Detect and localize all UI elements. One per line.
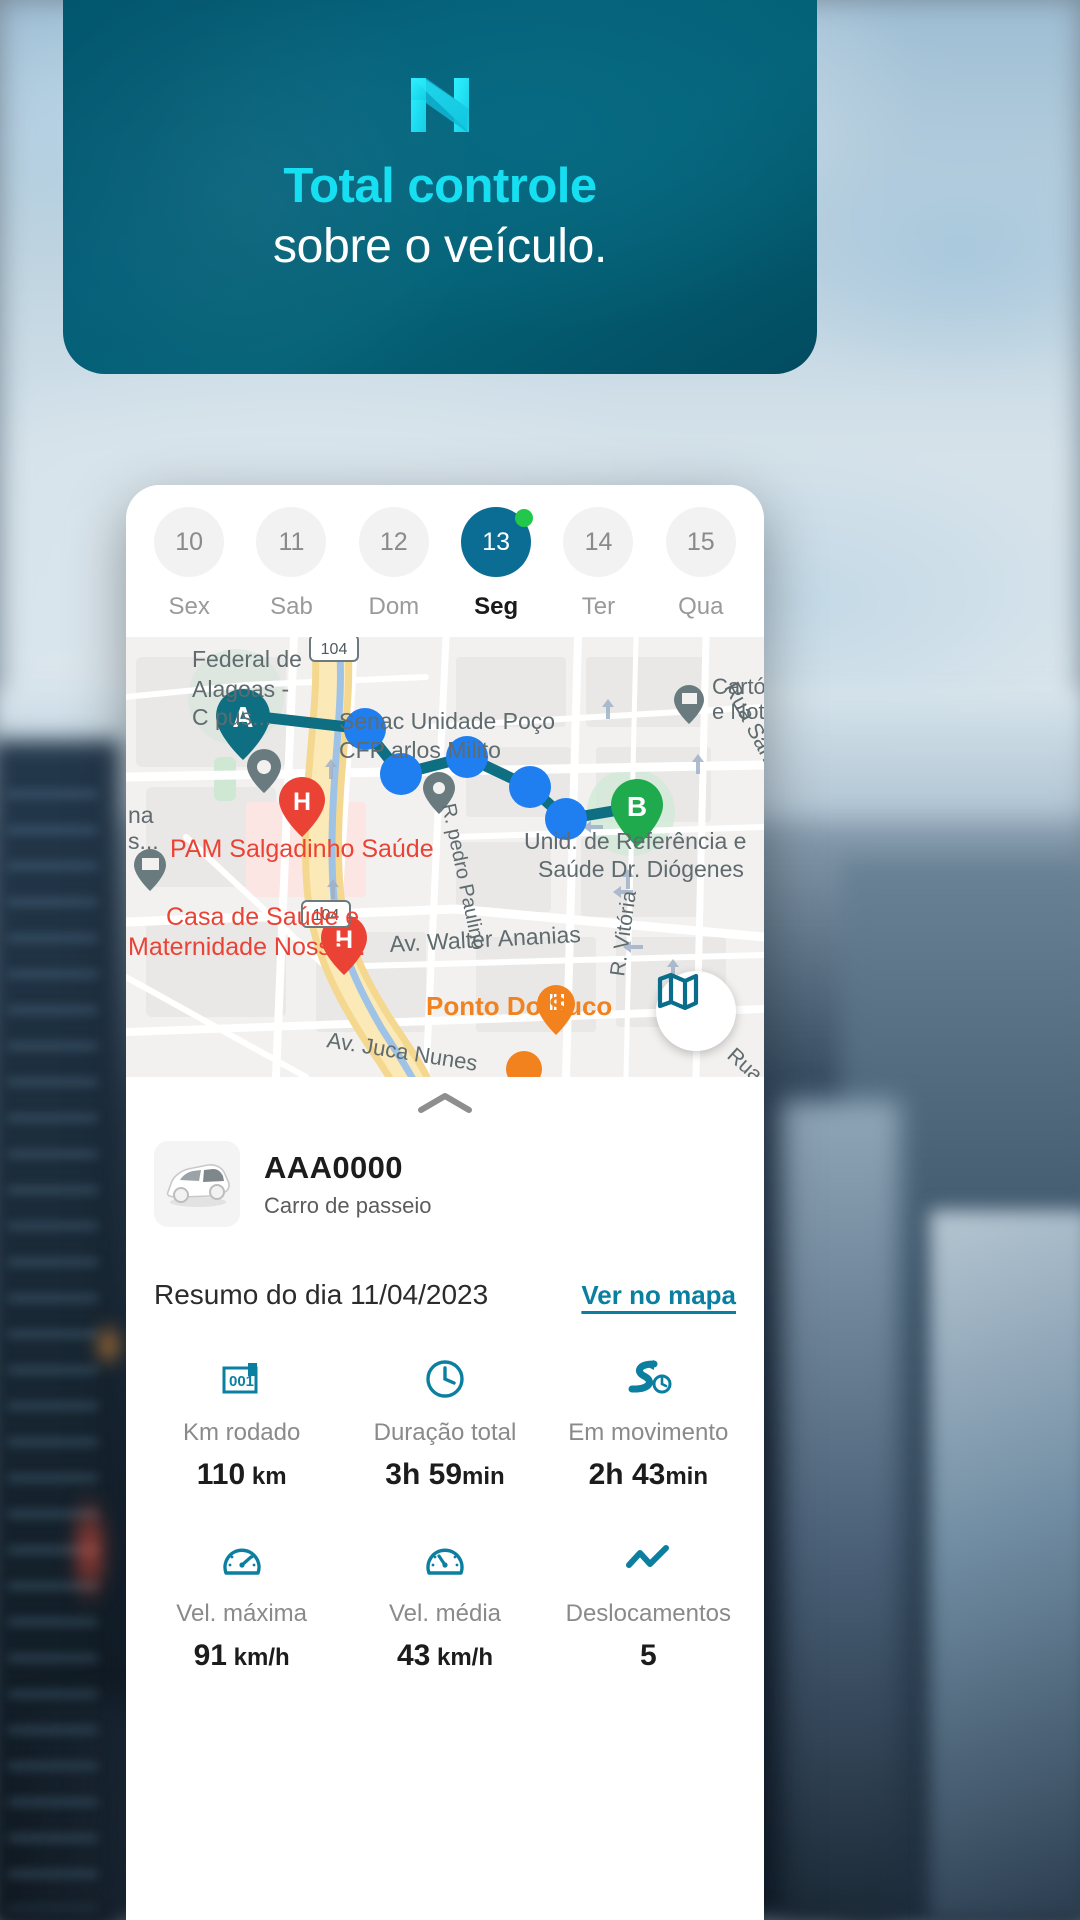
- date-pill-weekday: Qua: [678, 593, 724, 620]
- svg-text:Senac Unidade Poço: Senac Unidade Poço: [339, 708, 555, 734]
- stat-value: 110 km: [196, 1458, 287, 1491]
- route-time-icon: [624, 1353, 672, 1405]
- stat-trend-line: Deslocamentos 5: [547, 1534, 750, 1673]
- stat-speedometer-avg: Vel. média 43 km/h: [343, 1534, 546, 1673]
- svg-text:CFP arlos Milito: CFP arlos Milito: [339, 737, 501, 763]
- stat-value: 2h 43min: [588, 1458, 709, 1491]
- hero-title: Total controle: [283, 159, 597, 213]
- date-pill-number: 12: [358, 507, 429, 577]
- date-pill-number: 15: [665, 507, 736, 577]
- trend-line-icon: [624, 1534, 672, 1586]
- vehicle-thumbnail: [154, 1141, 240, 1227]
- map-layers-button[interactable]: [656, 971, 736, 1051]
- svg-text:Maternidade Nossa...: Maternidade Nossa...: [128, 933, 366, 961]
- summary-title: Resumo do dia 11/04/2023: [154, 1279, 489, 1310]
- svg-text:Casa de Saúde e: Casa de Saúde e: [166, 903, 359, 931]
- building-right-b: [780, 1100, 900, 1920]
- stats-row-primary: 001 Km rodado 110 km Duração total 3h 59min E…: [126, 1353, 764, 1492]
- svg-text:Unid. de Referência e: Unid. de Referência e: [524, 828, 746, 854]
- svg-text:B: B: [627, 791, 647, 822]
- stats-row-secondary: Vel. máxima 91 km/h Vel. média 43 km/h Deslo…: [126, 1534, 764, 1673]
- building-right-c: [930, 1210, 1080, 1920]
- date-pill-11[interactable]: 11 Sab: [240, 507, 342, 621]
- date-pill-number: 13: [461, 507, 534, 577]
- route-map[interactable]: A B H H 104 104 Federal de Alagoas - C p…: [126, 637, 764, 1077]
- stat-value: 91 km/h: [193, 1639, 290, 1672]
- light-glow-red: [70, 1490, 110, 1610]
- stat-value: 5: [639, 1639, 657, 1672]
- hero-banner: Total controle sobre o veículo.: [63, 0, 817, 374]
- chevron-up-icon: [418, 1093, 472, 1113]
- stat-label: Vel. média: [388, 1600, 502, 1627]
- svg-text:104: 104: [321, 641, 348, 658]
- speedometer-max-icon: [220, 1534, 264, 1586]
- date-pill-number: 10: [154, 507, 225, 577]
- app-screenshot-card: 10 Sex 11 Sab 12 Dom 13 Seg 14 Ter 15 Qua: [126, 485, 764, 1920]
- vehicle-type: Carro de passeio: [264, 1192, 432, 1218]
- date-pill-12[interactable]: 12 Dom: [343, 507, 445, 621]
- clock-icon: [423, 1353, 467, 1405]
- stat-odometer: 001 Km rodado 110 km: [140, 1353, 343, 1492]
- svg-text:C pus...: C pus...: [192, 704, 271, 730]
- svg-text:e Not: e Not: [712, 699, 764, 724]
- car-icon: [166, 1164, 230, 1207]
- detail-sheet: AAA0000 Carro de passeio Resumo do dia 1…: [126, 1077, 764, 1920]
- date-pill-weekday: Sab: [270, 593, 313, 620]
- light-glow-orange: [92, 1320, 126, 1370]
- summary-header: Resumo do dia 11/04/2023 Ver no mapa: [126, 1227, 764, 1311]
- activity-dot-icon: [515, 509, 534, 527]
- date-selector[interactable]: 10 Sex 11 Sab 12 Dom 13 Seg 14 Ter 15 Qua: [126, 485, 764, 637]
- route-shield-top: 104: [309, 637, 359, 662]
- stat-clock: Duração total 3h 59min: [343, 1353, 546, 1492]
- stat-route-time: Em movimento 2h 43min: [547, 1353, 750, 1492]
- stat-label: Vel. máxima: [176, 1600, 308, 1627]
- brand-logo: [63, 76, 817, 134]
- svg-text:Cartó: Cartó: [712, 674, 764, 699]
- date-pill-weekday: Sex: [168, 593, 210, 620]
- date-pill-10[interactable]: 10 Sex: [138, 507, 240, 621]
- date-pill-number: 14: [563, 507, 634, 577]
- date-pill-14[interactable]: 14 Ter: [547, 507, 649, 621]
- stat-label: Km rodado: [182, 1419, 301, 1446]
- stat-value: 3h 59min: [385, 1458, 505, 1491]
- svg-text:Federal de: Federal de: [192, 646, 302, 672]
- svg-text:Saúde Dr. Diógenes: Saúde Dr. Diógenes: [538, 856, 744, 882]
- vehicle-plate: AAA0000: [264, 1149, 403, 1185]
- stat-value: 43 km/h: [396, 1639, 494, 1672]
- svg-text:Alagoas -: Alagoas -: [192, 676, 289, 702]
- stat-label: Deslocamentos: [565, 1600, 732, 1627]
- date-pill-15[interactable]: 15 Qua: [650, 507, 752, 621]
- date-pill-weekday: Ter: [581, 593, 616, 620]
- stat-label: Duração total: [373, 1419, 517, 1446]
- map-layers-icon: [657, 972, 699, 1011]
- speedometer-avg-icon: [423, 1534, 467, 1586]
- vehicle-header[interactable]: AAA0000 Carro de passeio: [126, 1129, 764, 1227]
- stat-speedometer-max: Vel. máxima 91 km/h: [140, 1534, 343, 1673]
- svg-text:H: H: [293, 788, 311, 816]
- date-pill-13[interactable]: 13 Seg: [445, 507, 547, 621]
- odometer-icon: 001: [220, 1353, 264, 1405]
- date-pill-number: 11: [256, 507, 327, 577]
- date-pill-weekday: Dom: [368, 593, 420, 620]
- stat-label: Em movimento: [568, 1419, 729, 1446]
- svg-text:s...: s...: [128, 828, 159, 854]
- sheet-collapse-handle[interactable]: [126, 1077, 764, 1129]
- nexus-n-logo-icon: [411, 78, 469, 132]
- hero-subtitle: sobre o veículo.: [272, 220, 608, 273]
- svg-text:na: na: [128, 802, 154, 828]
- svg-text:PAM Salgadinho Saúde: PAM Salgadinho Saúde: [170, 835, 434, 863]
- date-pill-weekday: Seg: [474, 593, 519, 620]
- view-on-map-link[interactable]: Ver no mapa: [581, 1280, 736, 1311]
- svg-text:Ponto Do Suco: Ponto Do Suco: [426, 991, 612, 1021]
